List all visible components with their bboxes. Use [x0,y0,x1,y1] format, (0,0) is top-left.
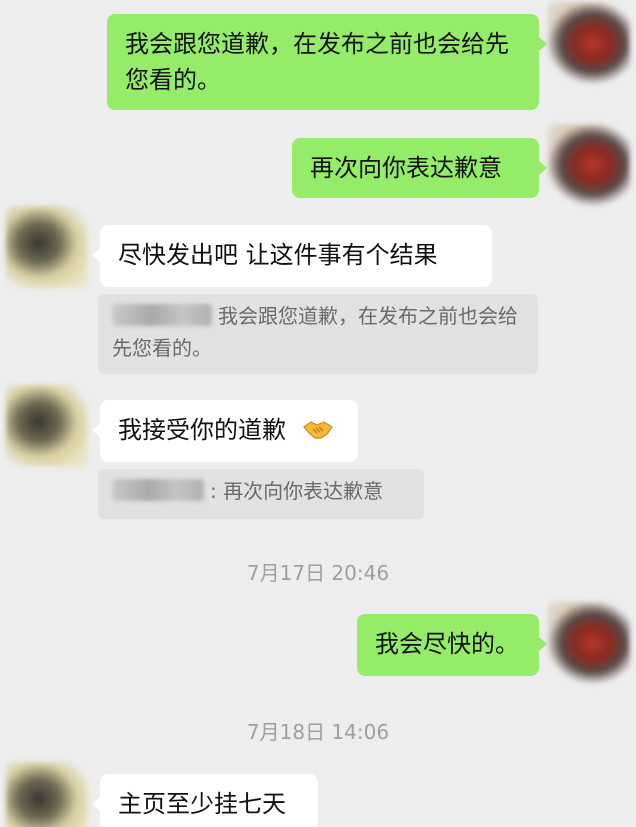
message-bubble-self[interactable]: 我会跟您道歉，在发布之前也会给先您看的。 [107,14,547,110]
timestamp: 7月18日 14:06 [246,720,390,744]
avatar-other[interactable] [6,206,88,288]
quoted-message[interactable]: 我会跟您道歉，在发布之前也会给先您看的。 [98,294,538,374]
message-text: 我会尽快的。 [375,630,519,658]
avatar-self[interactable] [548,124,630,206]
message-text: 我会跟您道歉，在发布之前也会给先您看的。 [125,30,509,94]
quote-text: 再次向你表达歉意 [223,479,384,503]
message-bubble-other[interactable]: 主页至少挂七天 [92,774,318,827]
timestamp: 7月17日 20:46 [246,561,390,585]
avatar-self[interactable] [548,2,630,84]
avatar-other[interactable] [6,762,88,827]
quote-author-redacted [112,479,204,501]
quote-author-redacted [112,304,212,326]
message-text: 再次向你表达歉意 [310,154,502,182]
handshake-emoji [302,421,333,439]
message-bubble-other[interactable]: 尽快发出吧 让这件事有个结果 [92,225,492,287]
message-bubble-self[interactable]: 我会尽快的。 [357,614,547,676]
message-text: 主页至少挂七天 [118,790,286,818]
message-text: 我接受你的道歉 [118,416,286,444]
chat-window: 我会跟您道歉，在发布之前也会给先您看的。 再次向你表达歉意 尽快发出吧 让这件事… [0,0,636,827]
quote-separator: : [210,479,217,503]
message-bubble-self[interactable]: 再次向你表达歉意 [292,138,547,198]
message-text: 尽快发出吧 让这件事有个结果 [118,241,438,269]
message-bubble-other[interactable]: 我接受你的道歉 [92,400,358,462]
quoted-message[interactable]: : 再次向你表达歉意 [98,469,424,519]
avatar-self[interactable] [548,602,630,684]
avatar-other[interactable] [6,385,88,467]
